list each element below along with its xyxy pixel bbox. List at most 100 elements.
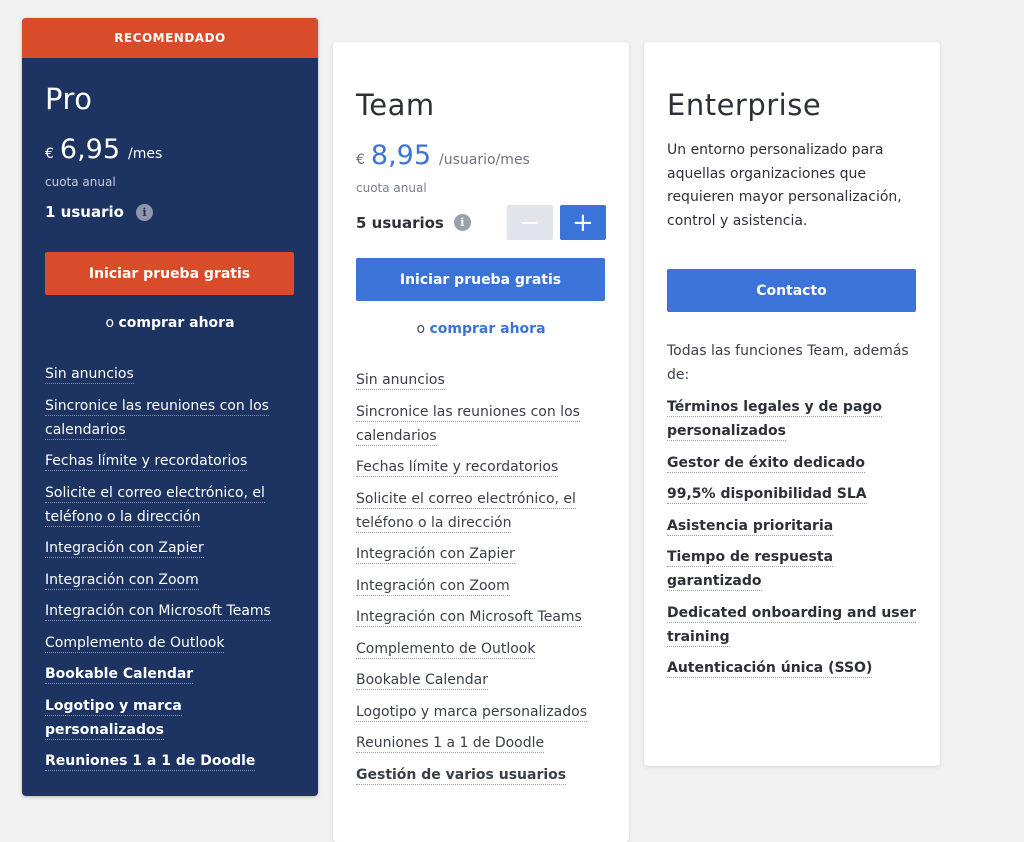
list-item: Reuniones 1 a 1 de Doodle [45, 749, 295, 773]
list-item: Solicite el correo electrónico, el teléf… [356, 487, 606, 535]
info-icon[interactable]: i [135, 203, 153, 221]
team-start-trial-button[interactable]: Iniciar prueba gratis [356, 258, 605, 301]
feature-label[interactable]: Logotipo y marca personalizados [356, 703, 587, 722]
team-plan-card: Team € 8,95 /usuario/mes cuota anual 5 u… [333, 42, 629, 842]
feature-label[interactable]: Reuniones 1 a 1 de Doodle [356, 735, 545, 753]
list-item: Solicite el correo electrónico, el teléf… [45, 481, 295, 529]
users-stepper: − + [506, 205, 606, 240]
feature-label[interactable]: Sin anuncios [45, 366, 134, 384]
team-buy-row: o comprar ahora [356, 321, 606, 337]
pro-buy-row: o comprar ahora [45, 315, 295, 331]
list-item: Fechas límite y recordatorios [45, 449, 295, 473]
team-price: € 8,95 /usuario/mes [356, 140, 606, 171]
feature-label[interactable]: Términos legales y de pago personalizado… [667, 399, 883, 441]
team-billing-note: cuota anual [356, 181, 427, 195]
pro-buy-prefix: o [105, 315, 115, 331]
list-item: Integración con Zoom [356, 574, 606, 598]
team-plan-name: Team [356, 88, 435, 122]
team-amount: 8,95 [370, 140, 432, 171]
list-item: Fechas límite y recordatorios [356, 455, 606, 479]
recommended-badge: RECOMENDADO [22, 18, 318, 58]
list-item: Dedicated onboarding and user training [667, 601, 917, 649]
pro-plan-name: Pro [45, 82, 93, 116]
team-buy-now-link[interactable]: comprar ahora [429, 321, 545, 337]
list-item: Términos legales y de pago personalizado… [667, 395, 917, 443]
enterprise-plan-name: Enterprise [667, 88, 822, 122]
feature-label[interactable]: Sincronice las reuniones con los calenda… [356, 403, 580, 446]
pro-billing-note: cuota anual [45, 175, 116, 189]
feature-label[interactable]: 99,5% disponibilidad SLA [667, 486, 867, 504]
list-item: Asistencia prioritaria [667, 514, 917, 538]
feature-label[interactable]: Bookable Calendar [45, 666, 194, 684]
list-item: Gestor de éxito dedicado [667, 451, 917, 475]
list-item: Integración con Zapier [356, 542, 606, 566]
list-item: Gestión de varios usuarios [356, 763, 606, 787]
feature-label[interactable]: Solicite el correo electrónico, el teléf… [356, 490, 576, 533]
list-item: Logotipo y marca personalizados [45, 694, 295, 742]
feature-label[interactable]: Integración con Zoom [356, 577, 510, 596]
pro-amount: 6,95 [59, 134, 121, 165]
feature-label[interactable]: Integración con Zapier [356, 546, 515, 564]
list-item: Sincronice las reuniones con los calenda… [45, 394, 295, 442]
feature-label[interactable]: Complemento de Outlook [356, 640, 536, 659]
list-item: Sin anuncios [45, 362, 295, 386]
enterprise-feature-list: Términos legales y de pago personalizado… [667, 395, 917, 680]
feature-label[interactable]: Tiempo de respuesta garantizado [667, 549, 834, 591]
enterprise-description: Un entorno personalizado para aquellas o… [667, 142, 902, 229]
list-item: 99,5% disponibilidad SLA [667, 482, 917, 506]
team-users-row: 5 usuarios i − + [356, 205, 606, 240]
list-item: Tiempo de respuesta garantizado [667, 545, 917, 593]
feature-label[interactable]: Autenticación única (SSO) [667, 660, 873, 678]
team-buy-prefix: o [416, 321, 426, 337]
list-item: Integración con Zoom [45, 568, 295, 592]
enterprise-plan-card: Enterprise Un entorno personalizado para… [644, 42, 940, 766]
list-item: Integración con Microsoft Teams [45, 599, 295, 623]
feature-label[interactable]: Fechas límite y recordatorios [356, 459, 559, 477]
list-item: Complemento de Outlook [45, 631, 295, 655]
list-item: Autenticación única (SSO) [667, 656, 917, 680]
feature-label[interactable]: Logotipo y marca personalizados [45, 697, 182, 740]
list-item: Complemento de Outlook [356, 637, 606, 661]
pro-period: /mes [128, 146, 163, 162]
pro-price: € 6,95 /mes [45, 134, 295, 165]
pro-users-label: 1 usuario [45, 203, 124, 221]
list-item: Bookable Calendar [356, 668, 606, 692]
feature-label[interactable]: Solicite el correo electrónico, el teléf… [45, 484, 265, 527]
feature-label[interactable]: Complemento de Outlook [45, 634, 225, 653]
list-item: Bookable Calendar [45, 662, 295, 686]
team-period: /usuario/mes [439, 152, 530, 168]
list-item: Integración con Microsoft Teams [356, 605, 606, 629]
team-feature-list: Sin anuncios Sincronice las reuniones co… [356, 368, 606, 787]
team-currency: € [356, 152, 365, 168]
list-item: Logotipo y marca personalizados [356, 700, 606, 724]
pro-start-trial-button[interactable]: Iniciar prueba gratis [45, 252, 294, 295]
feature-label[interactable]: Integración con Zoom [45, 571, 199, 590]
pro-feature-list: Sin anuncios Sincronice las reuniones co… [45, 362, 295, 773]
pro-currency: € [45, 146, 54, 162]
increase-users-button[interactable]: + [559, 205, 606, 240]
feature-label[interactable]: Sin anuncios [356, 372, 445, 390]
feature-label[interactable]: Integración con Microsoft Teams [45, 603, 271, 621]
pro-users-row: 1 usuario i [45, 203, 295, 221]
feature-label[interactable]: Integración con Microsoft Teams [356, 609, 582, 627]
pro-plan-card: RECOMENDADO Pro € 6,95 /mes cuota anual … [22, 18, 318, 796]
list-item: Reuniones 1 a 1 de Doodle [356, 731, 606, 755]
feature-label[interactable]: Bookable Calendar [356, 672, 488, 690]
decrease-users-button[interactable]: − [506, 205, 553, 240]
enterprise-intro: Todas las funciones Team, además de: [667, 343, 909, 383]
list-item: Integración con Zapier [45, 536, 295, 560]
feature-label[interactable]: Sincronice las reuniones con los calenda… [45, 397, 269, 440]
list-item: Sin anuncios [356, 368, 606, 392]
feature-label[interactable]: Asistencia prioritaria [667, 517, 834, 536]
info-icon[interactable]: i [453, 214, 471, 231]
pro-buy-now-link[interactable]: comprar ahora [118, 315, 234, 331]
feature-label[interactable]: Reuniones 1 a 1 de Doodle [45, 753, 256, 771]
feature-label[interactable]: Gestión de varios usuarios [356, 766, 567, 785]
feature-label[interactable]: Gestor de éxito dedicado [667, 454, 866, 473]
contact-button[interactable]: Contacto [667, 269, 916, 312]
feature-label[interactable]: Fechas límite y recordatorios [45, 453, 248, 471]
feature-label[interactable]: Integración con Zapier [45, 540, 204, 558]
team-users-label: 5 usuarios [356, 213, 444, 232]
list-item: Sincronice las reuniones con los calenda… [356, 400, 606, 448]
feature-label[interactable]: Dedicated onboarding and user training [667, 604, 917, 647]
